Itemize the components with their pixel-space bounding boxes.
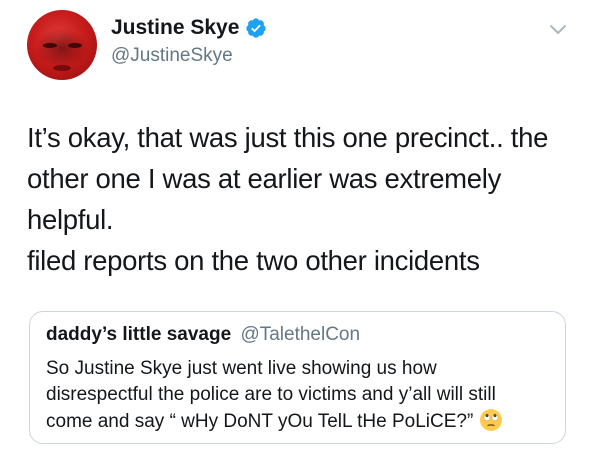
verified-badge-icon bbox=[246, 18, 267, 38]
quoted-tweet-last-line: come and say “ wHy DoNT yOu TelL tHe PoL… bbox=[46, 408, 556, 435]
tweet-text-line: other one I was at earlier was extremely bbox=[27, 163, 502, 194]
avatar[interactable] bbox=[27, 10, 97, 80]
tweet-text-line: helpful. bbox=[27, 204, 114, 235]
quoted-tweet-text: So Justine Skye just went live showing u… bbox=[46, 356, 556, 435]
avatar-eye-right bbox=[68, 43, 82, 48]
tweet-text-line: filed reports on the two other incidents bbox=[27, 245, 480, 276]
quoted-tweet-line: So Justine Skye just went live showing u… bbox=[46, 358, 437, 379]
avatar-lips bbox=[53, 65, 71, 71]
tweet-text-line: It’s okay, that was just this one precin… bbox=[27, 122, 549, 153]
quoted-tweet-header: daddy’s little savage @TalethelCon bbox=[46, 324, 360, 346]
author-display-name[interactable]: Justine Skye bbox=[111, 16, 239, 40]
author-handle[interactable]: @JustineSkye bbox=[111, 45, 233, 67]
avatar-shade bbox=[35, 28, 89, 68]
chevron-down-icon[interactable] bbox=[548, 23, 568, 37]
quoted-author-display-name: daddy’s little savage bbox=[46, 324, 232, 345]
avatar-eye-left bbox=[43, 43, 57, 48]
tweet-text: It’s okay, that was just this one precin… bbox=[27, 117, 577, 281]
face-with-rolling-eyes-icon bbox=[480, 409, 503, 431]
quoted-tweet-line: come and say “ wHy DoNT yOu TelL tHe PoL… bbox=[46, 411, 474, 432]
quoted-tweet-line: disrespectful the police are to victims … bbox=[46, 384, 496, 405]
author-display-name-row[interactable]: Justine Skye bbox=[111, 16, 267, 40]
quoted-author-handle: @TalethelCon bbox=[240, 324, 361, 345]
quoted-tweet[interactable]: daddy’s little savage @TalethelCon So Ju… bbox=[29, 311, 566, 444]
